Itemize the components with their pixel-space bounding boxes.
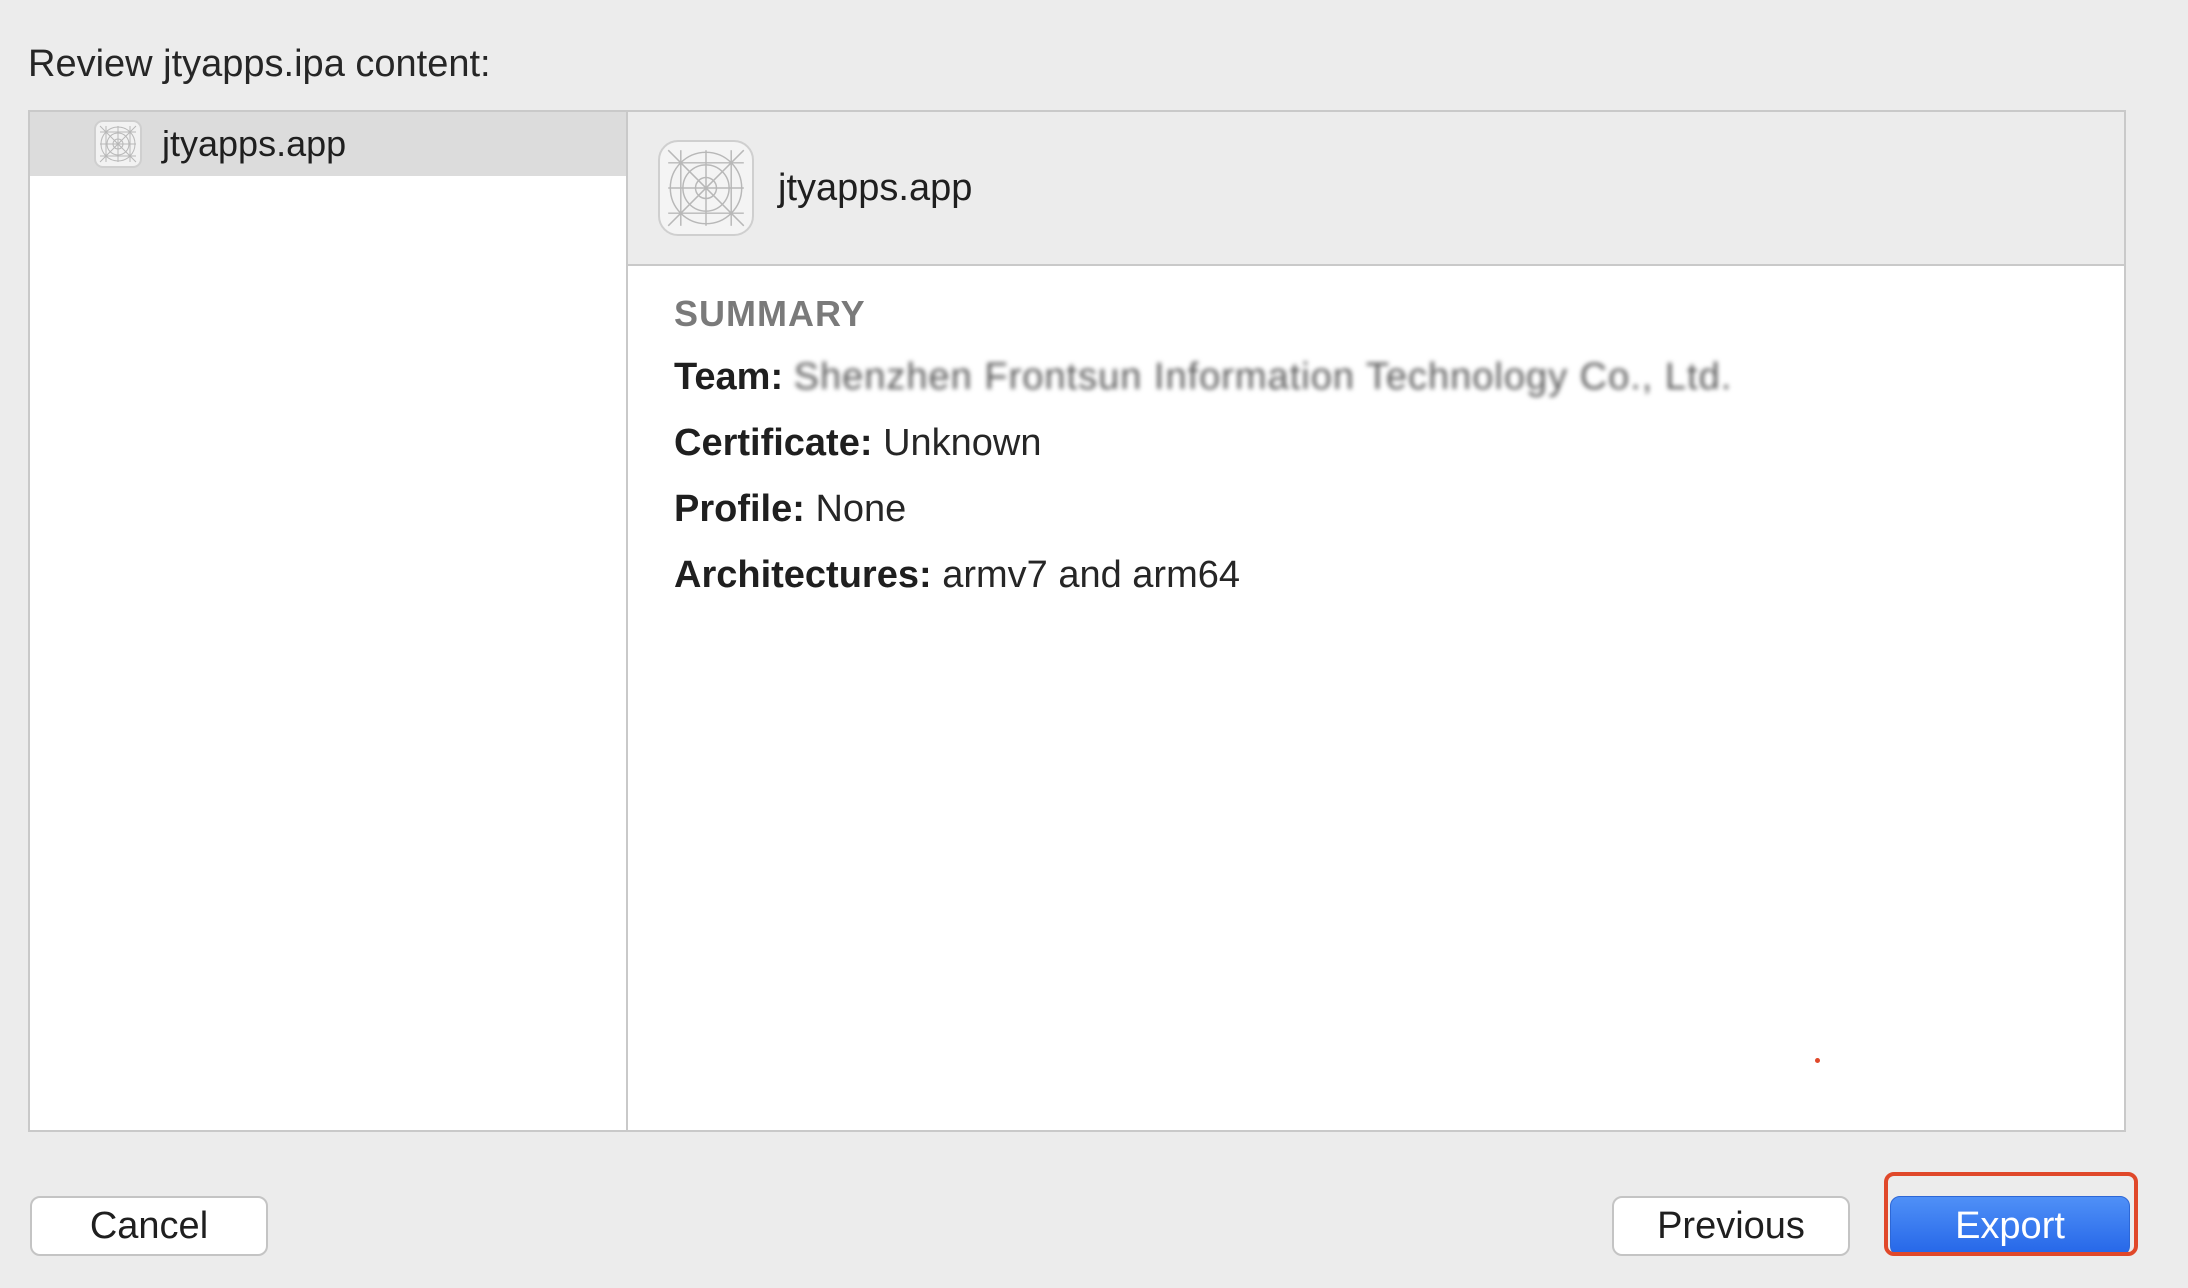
team-row: Team: Shenzhen Frontsun Information Tech… — [674, 352, 1732, 402]
team-key: Team: — [674, 356, 784, 398]
architectures-value: armv7 and arm64 — [942, 554, 1241, 596]
detail-pane: jtyapps.app SUMMARY Team: Shenzhen Front… — [628, 112, 2124, 1130]
dialog-heading: Review jtyapps.ipa content: — [28, 43, 491, 85]
detail-title: jtyapps.app — [778, 166, 973, 209]
certificate-row: Certificate: Unknown — [674, 418, 1732, 468]
profile-value: None — [815, 488, 907, 530]
sidebar-item-jtyapps-app[interactable]: jtyapps.app — [30, 112, 626, 176]
cancel-button[interactable]: Cancel — [30, 1196, 268, 1256]
summary-section: SUMMARY Team: Shenzhen Frontsun Informat… — [674, 290, 1732, 616]
profile-row: Profile: None — [674, 484, 1732, 534]
annotation-dot — [1815, 1058, 1820, 1063]
app-placeholder-icon — [658, 140, 754, 236]
content-frame: jtyapps.app jtyapps.app SUMMARY Team: Sh… — [28, 110, 2126, 1132]
detail-header: jtyapps.app — [628, 112, 2124, 266]
certificate-value: Unknown — [883, 422, 1042, 464]
profile-key: Profile: — [674, 488, 805, 530]
sidebar-item-label: jtyapps.app — [162, 123, 347, 164]
architectures-key: Architectures: — [674, 554, 932, 596]
certificate-key: Certificate: — [674, 422, 873, 464]
architectures-row: Architectures: armv7 and arm64 — [674, 550, 1732, 600]
team-value: Shenzhen Frontsun Information Technology… — [793, 356, 1733, 398]
previous-button[interactable]: Previous — [1612, 1196, 1850, 1256]
app-placeholder-icon — [94, 120, 142, 168]
sidebar: jtyapps.app — [30, 112, 628, 1130]
export-highlight-box — [1884, 1172, 2138, 1256]
summary-heading: SUMMARY — [674, 293, 866, 334]
